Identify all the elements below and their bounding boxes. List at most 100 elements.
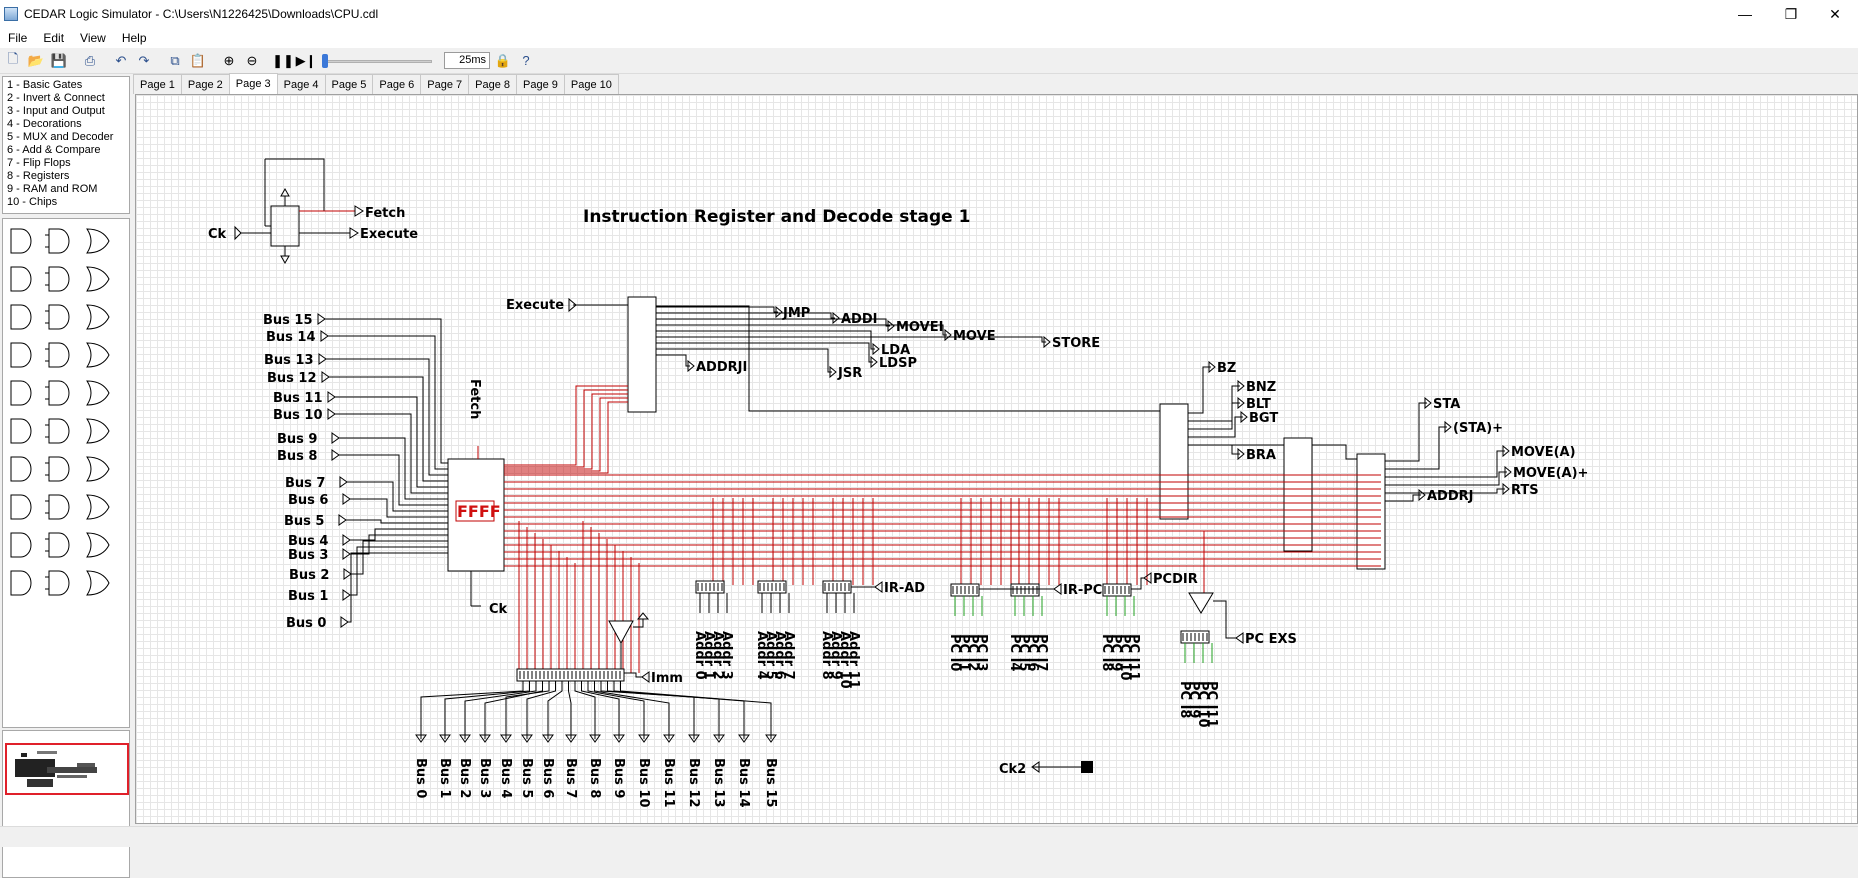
logic-gate-icon[interactable] [10, 418, 32, 444]
logic-gate-icon[interactable] [45, 418, 70, 444]
bus-input-pin[interactable] [320, 330, 329, 342]
bus-input-pin[interactable] [321, 371, 330, 383]
bus-input-pin[interactable] [317, 313, 326, 325]
open-file-icon[interactable]: 📂 [26, 51, 46, 71]
library-item[interactable]: 4 - Decorations [7, 118, 125, 131]
fetch-execute-flipflop[interactable] [241, 158, 361, 265]
tab-page-9[interactable]: Page 9 [516, 74, 565, 94]
tab-page-3[interactable]: Page 3 [228, 73, 278, 94]
logic-gate-icon[interactable] [10, 342, 32, 368]
logic-gate-icon[interactable] [86, 266, 110, 292]
bus-input-pin[interactable] [339, 476, 348, 488]
library-item[interactable]: 1 - Basic Gates [7, 79, 125, 92]
bus-input-pin[interactable] [338, 514, 347, 526]
bus-input-pin[interactable] [342, 534, 351, 546]
logic-gate-icon[interactable] [45, 532, 70, 558]
logic-gate-icon[interactable] [45, 228, 70, 254]
lock-icon[interactable]: 🔒 [493, 51, 513, 71]
step-icon[interactable]: ▶❙ [296, 51, 317, 71]
tab-page-8[interactable]: Page 8 [468, 74, 517, 94]
tristate-buffer[interactable] [1188, 592, 1214, 614]
library-item[interactable]: 10 - Chips [7, 196, 125, 209]
print-icon[interactable]: ⎙ [80, 51, 100, 71]
library-item[interactable]: 3 - Input and Output [7, 105, 125, 118]
menu-file[interactable]: File [0, 31, 35, 45]
slider-thumb[interactable] [322, 53, 328, 68]
library-item[interactable]: 9 - RAM and ROM [7, 183, 125, 196]
speed-input[interactable]: 25ms [444, 52, 490, 69]
speed-slider[interactable] [322, 51, 432, 71]
new-file-icon[interactable]: 🗋 [3, 51, 23, 71]
library-item[interactable]: 7 - Flip Flops [7, 157, 125, 170]
instruction-register[interactable]: FFFF [447, 446, 505, 607]
maximize-button[interactable]: ❐ [1768, 0, 1814, 28]
redo-icon[interactable]: ↷ [134, 51, 154, 71]
save-icon[interactable]: 💾 [49, 51, 69, 71]
ir-ad-pin[interactable] [874, 581, 883, 593]
circuit-canvas[interactable]: Instruction Register and Decode stage 1 … [135, 94, 1858, 824]
tab-page-4[interactable]: Page 4 [276, 74, 326, 94]
bus-input-pin[interactable] [342, 493, 351, 505]
logic-gate-icon[interactable] [86, 228, 110, 254]
minimap[interactable] [5, 743, 129, 795]
bus-input-pin[interactable] [343, 568, 352, 580]
logic-gate-icon[interactable] [86, 342, 110, 368]
decoder-2[interactable] [1159, 403, 1189, 520]
logic-gate-icon[interactable] [10, 228, 32, 254]
close-button[interactable]: ✕ [1812, 0, 1858, 28]
logic-gate-icon[interactable] [86, 494, 110, 520]
bus-input-pin[interactable] [327, 391, 336, 403]
logic-gate-icon[interactable] [86, 380, 110, 406]
undo-icon[interactable]: ↶ [111, 51, 131, 71]
bus-input-pin[interactable] [342, 589, 351, 601]
bus-input-pin[interactable] [331, 432, 340, 444]
bus-input-pin[interactable] [340, 616, 349, 628]
logic-gate-icon[interactable] [45, 380, 70, 406]
clock2-source[interactable] [1081, 761, 1093, 773]
library-item[interactable]: 5 - MUX and Decoder [7, 131, 125, 144]
logic-gate-icon[interactable] [86, 532, 110, 558]
logic-gate-icon[interactable] [86, 304, 110, 330]
menu-edit[interactable]: Edit [35, 31, 72, 45]
logic-gate-icon[interactable] [10, 570, 32, 596]
imm-buffer[interactable] [608, 620, 634, 645]
bus-input-pin[interactable] [342, 548, 351, 560]
logic-gate-icon[interactable] [45, 304, 70, 330]
library-item[interactable]: 8 - Registers [7, 170, 125, 183]
pc-exs-pin[interactable] [1235, 632, 1244, 644]
pause-icon[interactable]: ❚❚ [272, 51, 294, 71]
bus-input-pin[interactable] [331, 449, 340, 461]
zoom-in-icon[interactable]: ⊕ [219, 51, 239, 71]
logic-gate-icon[interactable] [10, 532, 32, 558]
clock-input-pin[interactable] [234, 225, 242, 241]
tab-page-5[interactable]: Page 5 [324, 74, 374, 94]
help-icon[interactable]: ? [516, 51, 536, 71]
paste-icon[interactable]: 📋 [188, 51, 208, 71]
decoder-3[interactable] [1283, 437, 1313, 552]
logic-gate-icon[interactable] [45, 456, 70, 482]
logic-gate-icon[interactable] [86, 570, 110, 596]
tab-page-6[interactable]: Page 6 [372, 74, 422, 94]
bus-input-pin[interactable] [327, 408, 336, 420]
zoom-out-icon[interactable]: ⊖ [242, 51, 262, 71]
logic-gate-icon[interactable] [10, 266, 32, 292]
logic-gate-icon[interactable] [45, 570, 70, 596]
logic-gate-icon[interactable] [86, 418, 110, 444]
minimize-button[interactable]: — [1722, 0, 1768, 28]
tab-page-10[interactable]: Page 10 [563, 74, 619, 94]
library-item[interactable]: 6 - Add & Compare [7, 144, 125, 157]
library-item[interactable]: 2 - Invert & Connect [7, 92, 125, 105]
logic-gate-icon[interactable] [10, 304, 32, 330]
logic-gate-icon[interactable] [86, 456, 110, 482]
bus-input-pin[interactable] [318, 353, 327, 365]
logic-gate-icon[interactable] [45, 342, 70, 368]
ir-pc-pin[interactable] [1053, 583, 1062, 595]
copy-icon[interactable]: ⧉ [165, 51, 185, 71]
decoder-1[interactable] [627, 296, 657, 413]
menu-view[interactable]: View [72, 31, 114, 45]
logic-gate-icon[interactable] [10, 456, 32, 482]
tab-page-7[interactable]: Page 7 [420, 74, 470, 94]
logic-gate-icon[interactable] [10, 494, 32, 520]
tab-page-1[interactable]: Page 1 [133, 74, 182, 94]
tab-page-2[interactable]: Page 2 [180, 74, 230, 94]
